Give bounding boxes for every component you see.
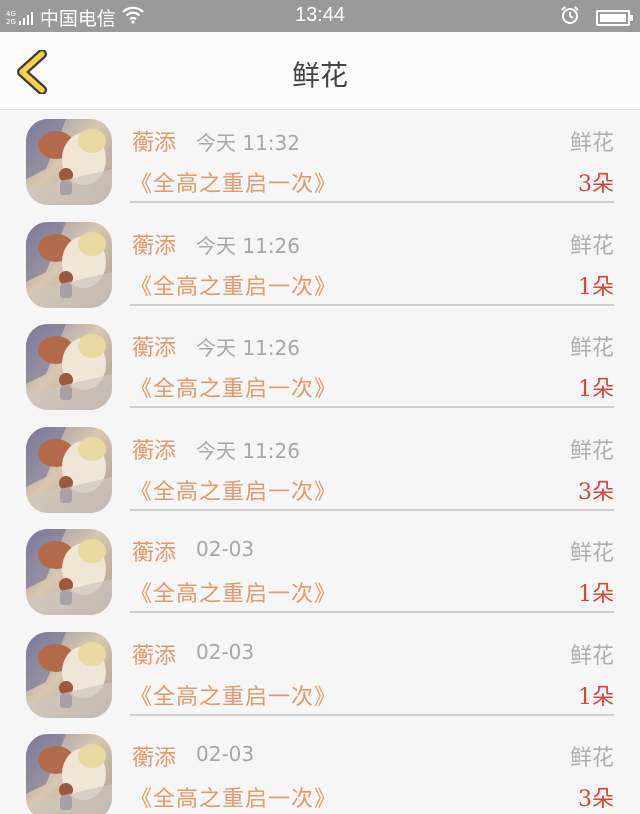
book-title-link[interactable]: 《全高之重启一次》: [130, 166, 337, 198]
book-title-link[interactable]: 《全高之重启一次》: [130, 371, 337, 403]
book-title-link[interactable]: 《全高之重启一次》: [130, 679, 337, 711]
item-body: 蘅添 今天 11:26 鲜花 《全高之重启一次》 1朵: [130, 316, 614, 408]
gift-type: 鲜花: [569, 131, 614, 156]
battery-icon: [596, 9, 633, 26]
status-time: 13:44: [294, 4, 346, 26]
item-body: 蘅添 今天 11:26 鲜花 《全高之重启一次》 3朵: [130, 419, 614, 511]
gift-count: 1朵: [578, 274, 614, 300]
item-body: 蘅添 今天 11:32 鲜花 《全高之重启一次》 3朵: [130, 111, 614, 203]
item-body: 蘅添 02-03 鲜花 《全高之重启一次》 1朵: [130, 521, 614, 613]
list-item[interactable]: 蘅添 今天 11:26 鲜花 《全高之重启一次》 3朵: [0, 419, 640, 522]
avatar: [26, 734, 112, 814]
timestamp: 今天 11:26: [196, 438, 300, 463]
avatar: [26, 631, 112, 718]
timestamp: 今天 11:32: [196, 131, 300, 155]
timestamp: 02-03: [196, 537, 255, 561]
timestamp: 今天 11:26: [196, 336, 300, 360]
sender-name: 蘅添: [132, 131, 177, 156]
list-item[interactable]: 蘅添 02-03 鲜花 《全高之重启一次》 1朵: [0, 521, 640, 624]
page-title: 鲜花: [291, 59, 348, 92]
book-title-link[interactable]: 《全高之重启一次》: [130, 474, 337, 506]
gift-type: 鲜花: [569, 541, 614, 566]
gift-count: 1朵: [578, 377, 614, 402]
item-body: 蘅添 02-03 鲜花 《全高之重启一次》 1朵: [130, 624, 614, 716]
gift-record-list: 蘅添 今天 11:32 鲜花 《全高之重启一次》 3朵 蘅添 今天 11:26 …: [0, 111, 640, 814]
item-body: 蘅添 今天 11:26 鲜花 《全高之重启一次》 1朵: [130, 214, 614, 306]
avatar: [26, 529, 112, 615]
timestamp: 今天 11:26: [196, 233, 300, 258]
status-bar: 4G 2G 中国电信 13:44: [0, 0, 640, 32]
status-right: [560, 5, 633, 30]
timestamp: 02-03: [196, 742, 255, 766]
avatar: [26, 426, 112, 513]
gift-count: 3朵: [578, 787, 614, 812]
gift-count: 1朵: [578, 582, 614, 607]
gift-type: 鲜花: [569, 746, 614, 771]
gift-type: 鲜花: [569, 233, 614, 259]
gift-type: 鲜花: [569, 643, 614, 669]
sender-name: 蘅添: [132, 233, 177, 259]
list-item[interactable]: 蘅添 今天 11:26 鲜花 《全高之重启一次》 1朵: [0, 316, 640, 419]
avatar: [26, 221, 112, 308]
avatar: [26, 119, 112, 205]
gift-type: 鲜花: [569, 336, 614, 361]
list-item[interactable]: 蘅添 02-03 鲜花 《全高之重启一次》 1朵: [0, 624, 640, 727]
sender-name: 蘅添: [132, 746, 177, 771]
gift-type: 鲜花: [569, 438, 614, 464]
list-item[interactable]: 蘅添 02-03 鲜花 《全高之重启一次》 3朵: [0, 726, 640, 814]
avatar: [26, 324, 112, 410]
list-item[interactable]: 蘅添 今天 11:32 鲜花 《全高之重启一次》 3朵: [0, 111, 640, 214]
list-item[interactable]: 蘅添 今天 11:26 鲜花 《全高之重启一次》 1朵: [0, 214, 640, 317]
book-title-link[interactable]: 《全高之重启一次》: [130, 269, 337, 301]
alarm-icon: [560, 5, 580, 30]
sender-name: 蘅添: [132, 438, 177, 464]
gift-count: 1朵: [578, 684, 614, 710]
nav-bar: 鲜花: [0, 32, 640, 110]
item-body: 蘅添 02-03 鲜花 《全高之重启一次》 3朵: [130, 726, 614, 814]
gift-count: 3朵: [578, 172, 614, 197]
gift-count: 3朵: [578, 479, 614, 505]
timestamp: 02-03: [196, 639, 255, 664]
sender-name: 蘅添: [132, 643, 177, 669]
book-title-link[interactable]: 《全高之重启一次》: [130, 781, 337, 813]
sender-name: 蘅添: [132, 541, 177, 566]
sender-name: 蘅添: [132, 336, 177, 361]
book-title-link[interactable]: 《全高之重启一次》: [130, 576, 337, 608]
